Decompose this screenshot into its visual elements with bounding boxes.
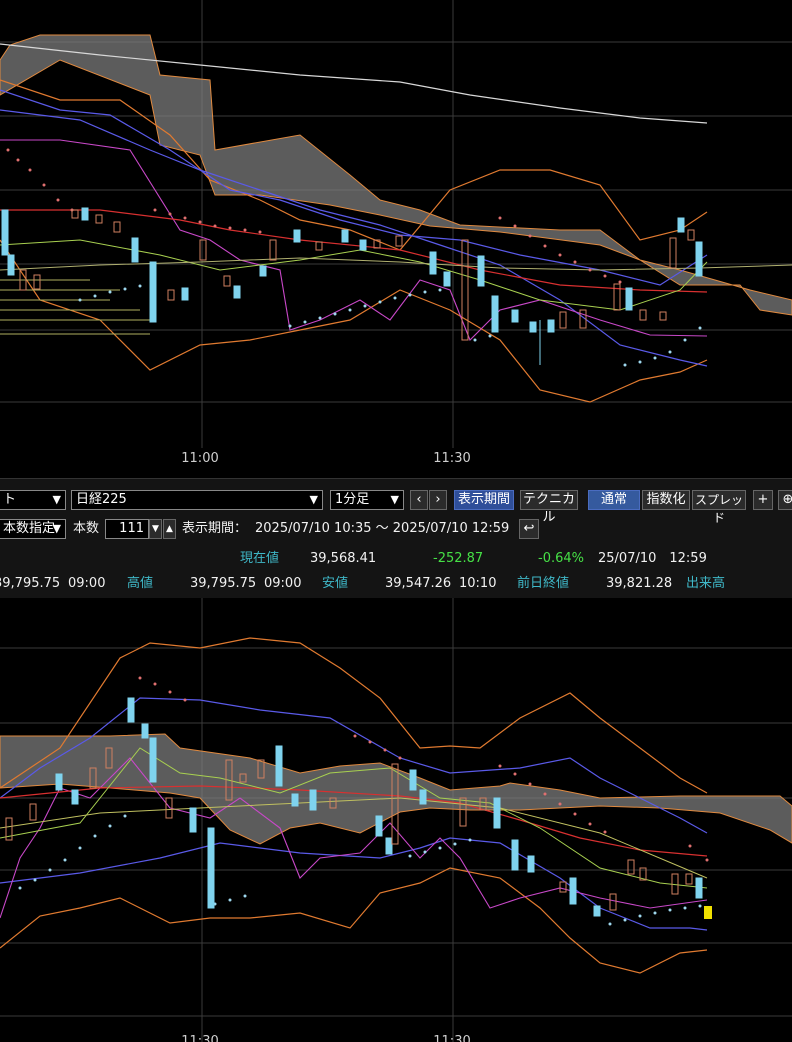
symbol-value: 日経225 — [76, 492, 127, 507]
symbol-type-select[interactable]: ト ▼ — [0, 490, 66, 510]
ichimoku-cloud — [0, 34, 792, 316]
x-tick-bottom-2: 11:30 — [433, 1034, 471, 1042]
display-period-button[interactable]: 表示期間 — [454, 490, 514, 510]
ma-blue-2 — [0, 837, 708, 931]
zoom-icon: ⊕ — [782, 492, 792, 507]
symbol-type-value: ト — [3, 492, 17, 507]
chevron-down-icon: ▼ — [390, 493, 399, 506]
x-tick-1130: 11:30 — [433, 451, 471, 466]
volume-label: 出来高 — [686, 576, 726, 591]
low-value: 39,547.26 — [385, 576, 452, 591]
high-label: 高値 — [127, 576, 154, 591]
price-chart-top-canvas — [0, 0, 792, 448]
bollinger-lower — [0, 867, 708, 974]
price-change-pct: -0.64% — [538, 551, 584, 566]
count-label: 本数 — [73, 521, 100, 536]
x-tick-1100: 11:00 — [181, 451, 219, 466]
interval-value: 1分足 — [335, 492, 370, 507]
triangle-down-icon: ▼ — [152, 524, 159, 534]
high-time: 09:00 — [264, 576, 302, 591]
count-input[interactable]: 111 — [105, 519, 149, 539]
return-icon: ↩ — [523, 521, 535, 536]
chevron-down-icon: ▼ — [52, 493, 61, 506]
prev-button[interactable]: ‹ — [410, 490, 428, 510]
technical-button[interactable]: テクニカル — [520, 490, 578, 525]
period-label: 表示期間： — [182, 521, 248, 536]
count-mode-value: 本数指定 — [3, 521, 56, 536]
x-tick-bottom-1: 11:30 — [181, 1034, 219, 1042]
current-price-value: 39,568.41 — [310, 551, 377, 566]
price-chart-bottom-canvas — [0, 598, 792, 1042]
chevron-left-icon: ‹ — [416, 492, 422, 507]
prev-close-value: 39,821.28 — [606, 576, 673, 591]
long-ma-line — [0, 43, 708, 124]
sar-dots-low — [78, 284, 702, 367]
price-chart-bottom[interactable]: 11:30 11:30 — [0, 598, 792, 1042]
index-button[interactable]: 指数化 — [642, 490, 690, 510]
count-increment[interactable]: ▲ — [163, 519, 176, 539]
interval-select[interactable]: 1分足 ▼ — [330, 490, 404, 510]
open-time: 09:00 — [68, 576, 106, 591]
plus-icon: + — [757, 492, 769, 507]
zoom-button[interactable]: ⊕ — [778, 490, 792, 510]
reset-period-button[interactable]: ↩ — [519, 519, 539, 539]
next-button[interactable]: › — [429, 490, 447, 510]
triangle-up-icon: ▲ — [166, 524, 173, 534]
bollinger-upper — [0, 79, 708, 251]
chevron-down-icon: ▼ — [309, 493, 318, 506]
quote-datetime: 25/07/10 12:59 — [598, 551, 707, 566]
open-value: 39,795.75 — [0, 576, 61, 591]
period-value: 2025/07/10 10:35 ～ 2025/07/10 12:59 — [255, 521, 510, 536]
add-button[interactable]: + — [753, 490, 773, 510]
current-price-marker — [704, 906, 712, 919]
ichimoku-cloud — [0, 733, 792, 845]
horizontal-levels — [0, 279, 150, 335]
low-label: 安値 — [322, 576, 349, 591]
current-price-label: 現在値 — [240, 551, 280, 566]
chevron-right-icon: › — [435, 492, 441, 507]
chevron-down-icon: ▼ — [52, 522, 61, 535]
chart-toolbar: ト ▼ 日経225 ▼ 1分足 ▼ ‹ › 表示期間 テクニカル 通常 指数化 … — [0, 478, 792, 600]
high-value: 39,795.75 — [190, 576, 257, 591]
symbol-select[interactable]: 日経225 ▼ — [71, 490, 323, 510]
count-decrement[interactable]: ▼ — [149, 519, 162, 539]
spread-button[interactable]: スプレッド — [692, 490, 746, 525]
price-change: -252.87 — [433, 551, 484, 566]
prev-close-label: 前日終値 — [517, 576, 570, 591]
low-time: 10:10 — [459, 576, 497, 591]
count-mode-select[interactable]: 本数指定 ▼ — [0, 519, 66, 539]
normal-button[interactable]: 通常 — [588, 490, 640, 510]
price-chart-top[interactable]: 11:00 11:30 — [0, 0, 792, 478]
